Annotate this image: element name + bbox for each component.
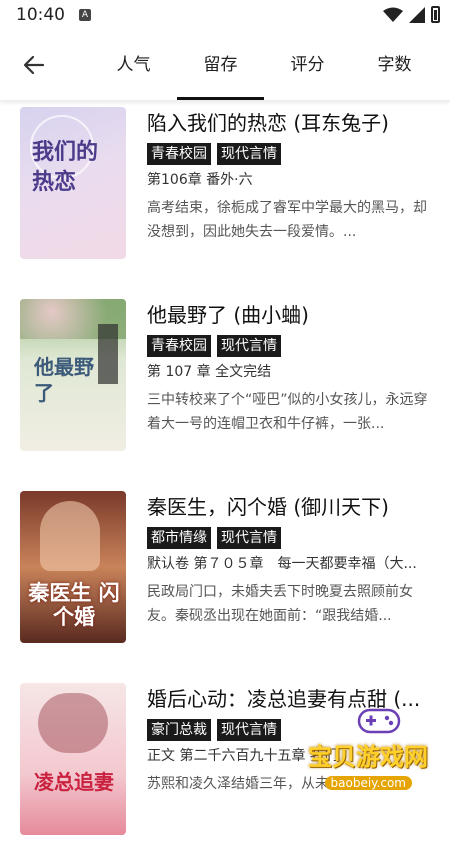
notification-icon: A	[79, 9, 91, 21]
book-item[interactable]: 秦医生 闪个婚 秦医生，闪个婚 (御川天下) 都市情缘 现代言情 默认卷 第７０…	[20, 491, 430, 651]
book-tag: 现代言情	[217, 335, 281, 357]
watermark-url: baobeiy.com	[324, 776, 412, 790]
arrow-left-icon	[23, 55, 45, 75]
site-watermark: 宝贝游戏网 baobeiy.com	[300, 690, 450, 800]
book-info: 秦医生，闪个婚 (御川天下) 都市情缘 现代言情 默认卷 第７０５章 每一天都要…	[147, 491, 430, 628]
status-time: 10:40	[16, 5, 65, 25]
book-info: 陷入我们的热恋 (耳东兔子) 青春校园 现代言情 第106章 番外·六 高考结束…	[147, 107, 430, 244]
book-tag: 都市情缘	[147, 527, 211, 549]
book-tags: 都市情缘 现代言情	[147, 527, 430, 549]
book-chapter: 第 107 章 全文完结	[147, 364, 272, 380]
book-item[interactable]: 我们的热恋 陷入我们的热恋 (耳东兔子) 青春校园 现代言情 第106章 番外·…	[20, 107, 430, 267]
book-cover[interactable]: 秦医生 闪个婚	[20, 491, 126, 643]
cover-title: 秦医生 闪个婚	[28, 580, 120, 629]
cover-title: 他最野了	[34, 355, 94, 405]
book-chapter: 第106章 番外·六	[147, 172, 253, 188]
book-item[interactable]: 他最野了 他最野了 (曲小蛐) 青春校园 现代言情 第 107 章 全文完结 三…	[20, 299, 430, 459]
back-button[interactable]	[16, 47, 52, 83]
book-cover[interactable]: 他最野了	[20, 299, 126, 451]
book-title: 他最野了 (曲小蛐)	[147, 303, 309, 327]
book-description: 三中转校来了个“哑巴”似的小女孩儿，永远穿着大一号的连帽卫衣和牛仔裤，一张...	[147, 392, 428, 432]
header: 人气 留存 评分 字数	[0, 30, 450, 101]
book-title: 陷入我们的热恋 (耳东兔子)	[147, 111, 389, 135]
signal-icon	[409, 6, 425, 23]
book-tag: 现代言情	[217, 527, 281, 549]
book-info: 他最野了 (曲小蛐) 青春校园 现代言情 第 107 章 全文完结 三中转校来了…	[147, 299, 430, 436]
status-bar: 10:40 A	[0, 0, 450, 30]
book-tag: 青春校园	[147, 335, 211, 357]
book-tags: 青春校园 现代言情	[147, 335, 430, 357]
book-cover[interactable]: 凌总追妻	[20, 683, 126, 835]
book-description: 民政局门口，未婚夫丢下时晚夏去照顾前女友。秦砚丞出现在她面前：“跟我结婚...	[147, 584, 413, 624]
book-tag: 现代言情	[217, 143, 281, 165]
tab-word-count[interactable]: 字数	[351, 30, 438, 100]
sort-tabs: 人气 留存 评分 字数	[90, 30, 450, 100]
book-tag: 青春校园	[147, 143, 211, 165]
book-title: 秦医生，闪个婚 (御川天下)	[147, 495, 389, 519]
book-description: 高考结束，徐栀成了睿军中学最大的黑马，却没想到，因此她失去一段爱情。...	[147, 200, 427, 240]
book-cover[interactable]: 我们的热恋	[20, 107, 126, 259]
tab-rating[interactable]: 评分	[264, 30, 351, 100]
book-chapter: 默认卷 第７０５章 每一天都要幸福（大...	[147, 556, 417, 572]
gamepad-icon	[357, 708, 401, 734]
book-tags: 青春校园 现代言情	[147, 143, 430, 165]
tab-popularity[interactable]: 人气	[90, 30, 177, 100]
watermark-text: 宝贝游戏网	[308, 743, 428, 771]
tab-retention[interactable]: 留存	[177, 30, 264, 100]
wifi-icon	[383, 7, 403, 22]
book-tag: 现代言情	[217, 719, 281, 741]
cover-title: 我们的热恋	[32, 139, 99, 195]
book-tag: 豪门总裁	[147, 719, 211, 741]
battery-icon	[431, 6, 440, 23]
cover-title: 凌总追妻	[34, 770, 114, 794]
status-icons	[383, 6, 440, 23]
